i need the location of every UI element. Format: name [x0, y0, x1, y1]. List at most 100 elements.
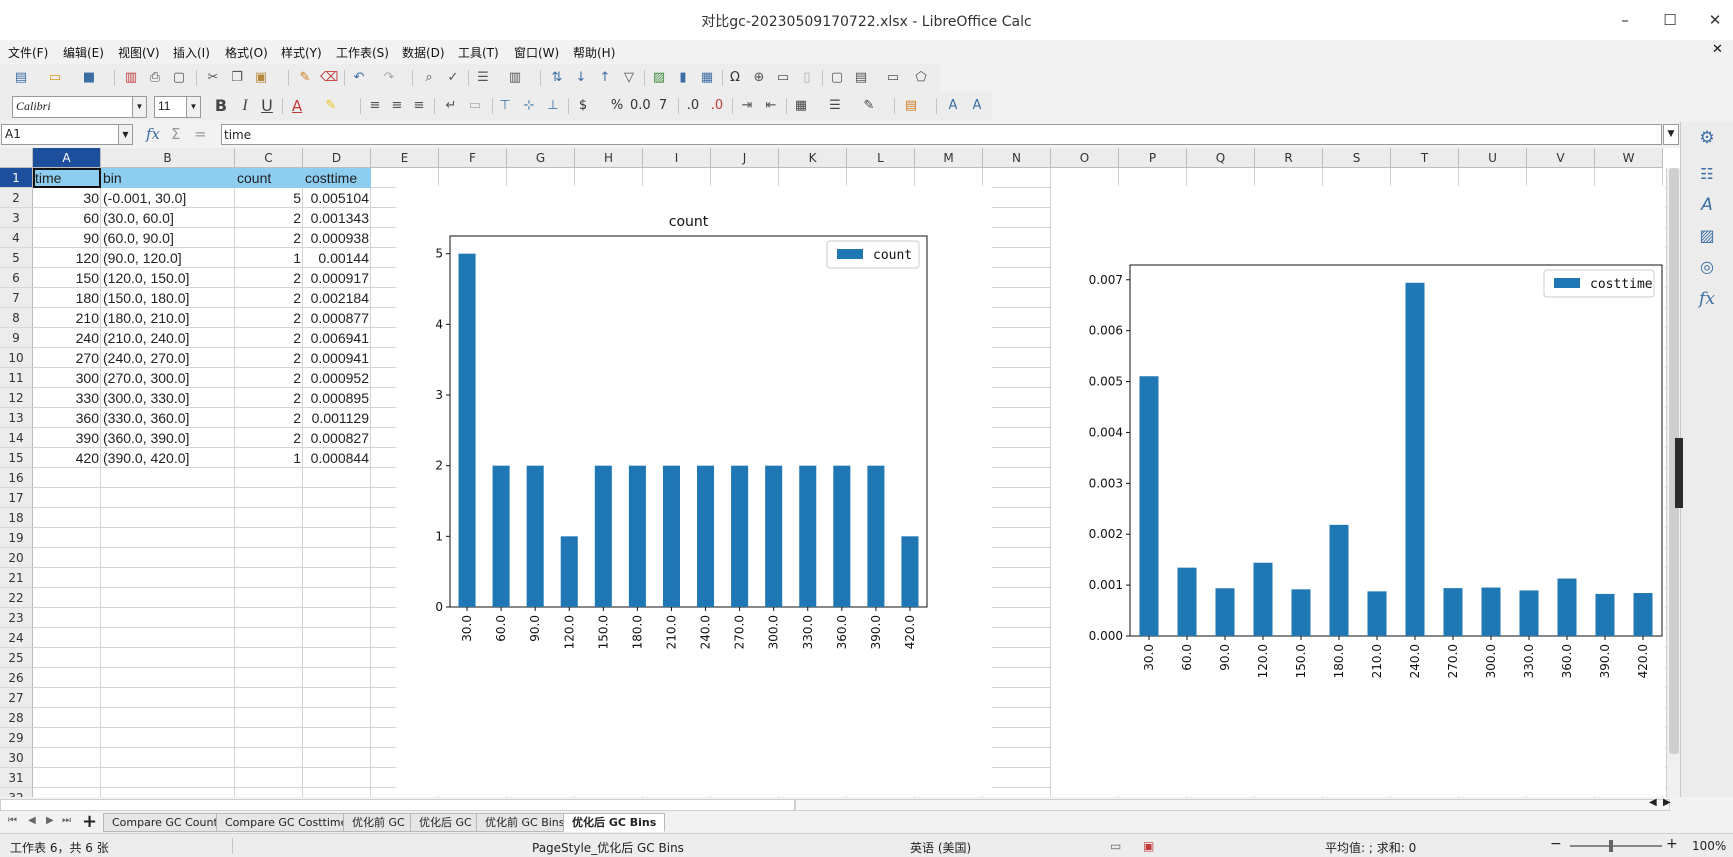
sheet-tab[interactable]: Compare GC Count: [103, 813, 227, 832]
delete-decimal-icon[interactable]: .0: [708, 97, 726, 115]
menu-tools[interactable]: 工具(T): [458, 44, 499, 61]
menu-file[interactable]: 文件(F): [8, 44, 48, 61]
settings-icon[interactable]: ⚙: [1698, 129, 1716, 147]
gallery-icon[interactable]: ▨: [1698, 227, 1716, 245]
chevron-down-icon[interactable]: ▼: [186, 97, 200, 117]
row-header-25[interactable]: 25: [0, 648, 33, 668]
paste-icon[interactable]: ▣: [252, 69, 270, 87]
column-header-r[interactable]: R: [1255, 148, 1323, 168]
border-style-icon[interactable]: ☰: [826, 97, 844, 115]
data-cell[interactable]: 0.000877: [303, 308, 371, 328]
row-header-24[interactable]: 24: [0, 628, 33, 648]
row-header-27[interactable]: 27: [0, 688, 33, 708]
previous-sheet-icon[interactable]: ◀: [28, 815, 36, 826]
italic-icon[interactable]: I: [236, 97, 254, 115]
comment-icon[interactable]: ▭: [774, 69, 792, 87]
row-header-28[interactable]: 28: [0, 708, 33, 728]
row-header-31[interactable]: 31: [0, 768, 33, 788]
data-cell[interactable]: 330: [33, 388, 101, 408]
formula-input[interactable]: time: [221, 124, 1662, 145]
data-cell[interactable]: 300: [33, 368, 101, 388]
data-cell[interactable]: 1: [235, 248, 303, 268]
data-cell[interactable]: 0.001343: [303, 208, 371, 228]
costtime-chart[interactable]: 0.000 0.001 0.002 0.003 0.004 0.005 0.006 0.007…: [1051, 186, 1665, 796]
redo-icon[interactable]: ↷: [380, 69, 398, 87]
underline-icon[interactable]: U: [258, 97, 276, 115]
menu-edit[interactable]: 编辑(E): [63, 44, 104, 61]
column-header-p[interactable]: P: [1119, 148, 1187, 168]
page-style[interactable]: PageStyle_优化后 GC Bins: [532, 839, 684, 856]
expand-formula-bar-icon[interactable]: ▼: [1663, 124, 1679, 145]
conditional-format-icon[interactable]: ▤: [902, 97, 920, 115]
column-header-t[interactable]: T: [1391, 148, 1459, 168]
clone-formatting-icon[interactable]: ✎: [296, 69, 314, 87]
save-icon[interactable]: ■: [80, 69, 98, 87]
styles-icon[interactable]: A: [944, 97, 962, 115]
menu-help[interactable]: 帮助(H): [573, 44, 615, 61]
data-cell[interactable]: 360: [33, 408, 101, 428]
data-cell[interactable]: 0.000895: [303, 388, 371, 408]
data-cell[interactable]: 0.000917: [303, 268, 371, 288]
autofilter-icon[interactable]: ▽: [620, 69, 638, 87]
column-header-o[interactable]: O: [1051, 148, 1119, 168]
data-cell[interactable]: 0.000941: [303, 348, 371, 368]
align-bottom-icon[interactable]: ⊥: [544, 97, 562, 115]
row-header-20[interactable]: 20: [0, 548, 33, 568]
sum-icon[interactable]: Σ: [171, 125, 180, 143]
column-header-a[interactable]: A: [33, 148, 101, 168]
data-cell[interactable]: (390.0, 420.0]: [101, 448, 235, 468]
navigator-icon[interactable]: ◎: [1698, 258, 1716, 276]
align-left-icon[interactable]: ≡: [366, 97, 384, 115]
sheet-tab[interactable]: 优化前 GC: [343, 813, 414, 832]
row-header-12[interactable]: 12: [0, 388, 33, 408]
menu-view[interactable]: 视图(V): [118, 44, 160, 61]
menu-styles[interactable]: 样式(Y): [281, 44, 322, 61]
header-cell-count[interactable]: count: [235, 168, 303, 188]
bold-icon[interactable]: B: [212, 97, 230, 115]
sheet-tab[interactable]: 优化前 GC Bins: [476, 813, 574, 832]
copy-icon[interactable]: ❐: [228, 69, 246, 87]
function-wizard-icon[interactable]: fx: [146, 125, 160, 143]
column-header-q[interactable]: Q: [1187, 148, 1255, 168]
select-all-corner[interactable]: [0, 148, 33, 168]
border-color-icon[interactable]: ✎: [860, 97, 878, 115]
column-header-e[interactable]: E: [371, 148, 439, 168]
column-header-j[interactable]: J: [711, 148, 779, 168]
name-box[interactable]: A1 ▼: [1, 124, 133, 145]
data-cell[interactable]: 0.000952: [303, 368, 371, 388]
data-cell[interactable]: (180.0, 210.0]: [101, 308, 235, 328]
data-cell[interactable]: (210.0, 240.0]: [101, 328, 235, 348]
selection-mode-icon[interactable]: ▭: [1110, 839, 1121, 853]
data-cell[interactable]: 270: [33, 348, 101, 368]
row-header-6[interactable]: 6: [0, 268, 33, 288]
sheet-tab[interactable]: 优化后 GC: [410, 813, 481, 832]
data-cell[interactable]: 0.00144: [303, 248, 371, 268]
row-header-9[interactable]: 9: [0, 328, 33, 348]
text-language[interactable]: 英语 (美国): [910, 839, 971, 856]
currency-format-icon[interactable]: $: [574, 97, 592, 115]
align-top-icon[interactable]: ⊤: [496, 97, 514, 115]
column-header-i[interactable]: I: [643, 148, 711, 168]
font-size-box[interactable]: 11 ▼: [154, 96, 201, 118]
date-format-icon[interactable]: 7: [654, 97, 672, 115]
data-cell[interactable]: 1: [235, 448, 303, 468]
row-header-8[interactable]: 8: [0, 308, 33, 328]
data-cell[interactable]: 0.000827: [303, 428, 371, 448]
chevron-down-icon[interactable]: ▼: [118, 125, 132, 144]
tab-scroll-region[interactable]: [0, 799, 795, 811]
column-header-d[interactable]: D: [303, 148, 371, 168]
first-sheet-icon[interactable]: ⏮: [8, 815, 17, 826]
data-cell[interactable]: 120: [33, 248, 101, 268]
column-header-g[interactable]: G: [507, 148, 575, 168]
add-decimal-icon[interactable]: .0: [684, 97, 702, 115]
row-header-16[interactable]: 16: [0, 468, 33, 488]
data-cell[interactable]: 60: [33, 208, 101, 228]
row-header-3[interactable]: 3: [0, 208, 33, 228]
row-header-7[interactable]: 7: [0, 288, 33, 308]
menu-format[interactable]: 格式(O): [225, 44, 268, 61]
cut-icon[interactable]: ✂: [204, 69, 222, 87]
row-header-30[interactable]: 30: [0, 748, 33, 768]
data-cell[interactable]: 2: [235, 208, 303, 228]
data-cell[interactable]: 180: [33, 288, 101, 308]
row-header-18[interactable]: 18: [0, 508, 33, 528]
